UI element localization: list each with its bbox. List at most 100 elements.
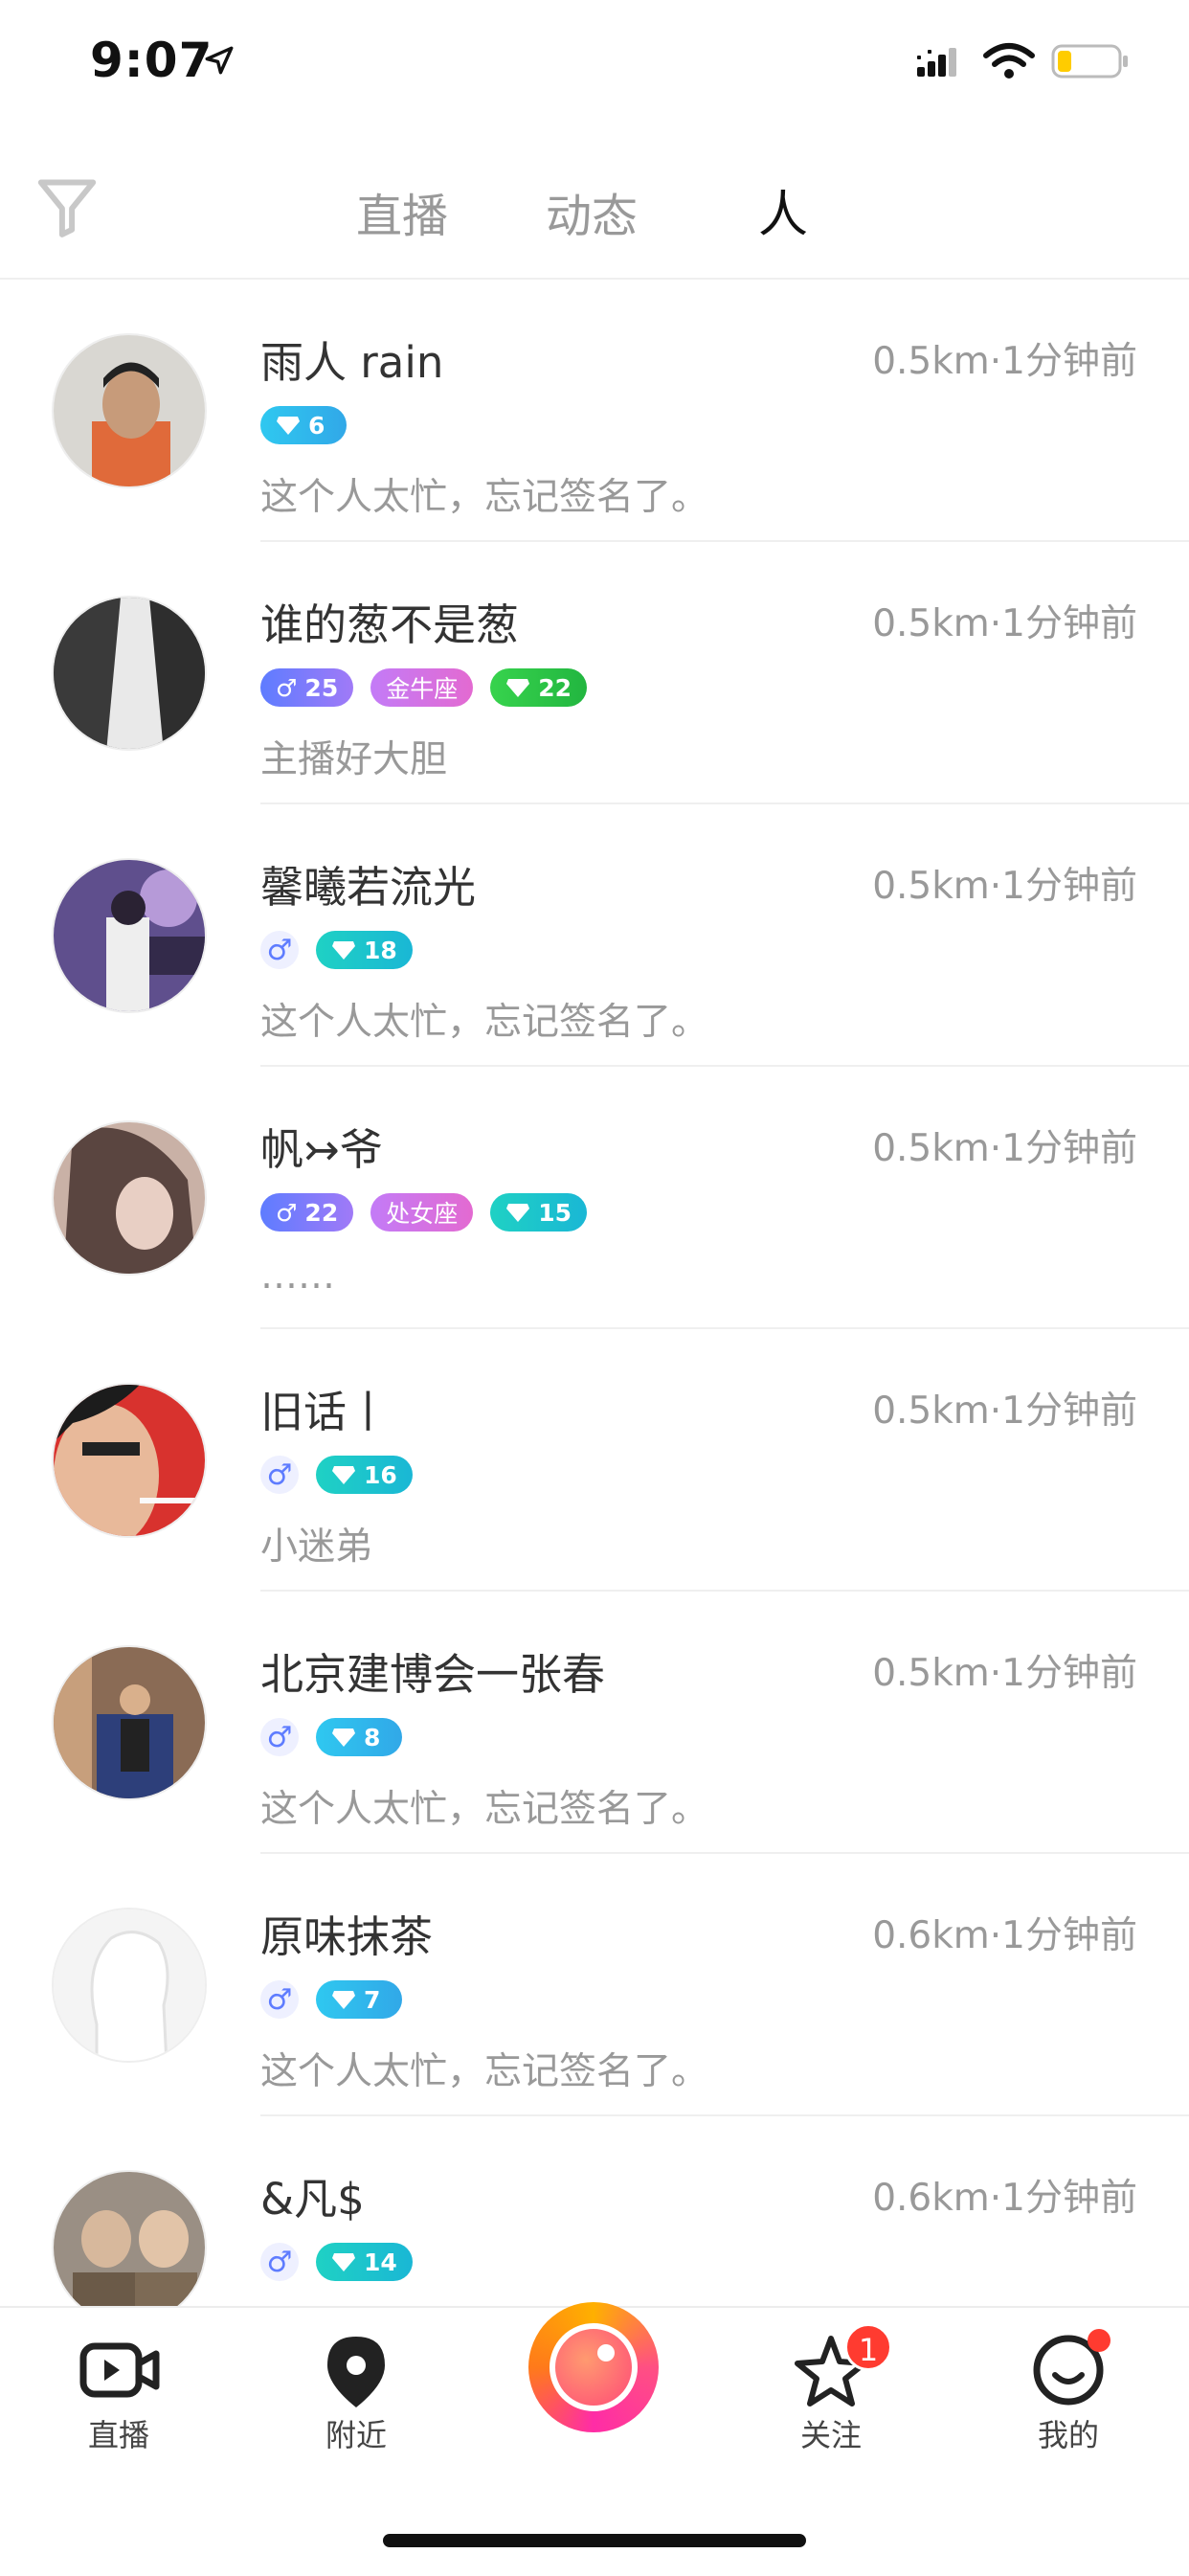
status-bar: 9:07 (0, 0, 1189, 124)
gender-badge: ♂ (260, 1456, 299, 1494)
level-badge: 14 (316, 2243, 413, 2281)
level-badge: 15 (490, 1193, 588, 1232)
user-signature: …… (260, 1254, 335, 1298)
zodiac-badge: 金牛座 (370, 668, 474, 707)
avatar[interactable] (52, 333, 207, 488)
distance-time: 0.5km·1分钟前 (872, 340, 1137, 383)
tab-bar-follow[interactable]: 关注 1 (764, 2323, 898, 2455)
avatar[interactable] (52, 1908, 207, 2063)
level-badge: 16 (316, 1456, 413, 1494)
age-value: 22 (304, 1198, 339, 1227)
avatar[interactable] (52, 2170, 207, 2325)
level-value: 22 (538, 673, 572, 702)
diamond-icon (332, 1466, 355, 1484)
male-icon: ♂ (276, 1198, 298, 1227)
distance-time: 0.5km·1分钟前 (872, 1127, 1137, 1170)
user-row[interactable]: 北京建博会一张春 0.5km·1分钟前 ♂ 8 这个人太忙，忘记签名了。 (0, 1592, 1189, 1854)
male-icon: ♂ (276, 673, 298, 702)
gender-badge: ♂ (260, 1718, 299, 1756)
user-row[interactable]: 雨人 rain 0.5km·1分钟前 6 这个人太忙，忘记签名了。 (0, 280, 1189, 542)
age-value: 25 (304, 673, 339, 702)
tab-bar-nearby[interactable]: 附近 (289, 2327, 423, 2455)
battery-icon (1051, 44, 1128, 79)
tab-bar-label: 附近 (325, 2417, 387, 2453)
wifi-icon (983, 43, 1035, 79)
filter-icon[interactable] (34, 174, 100, 239)
level-value: 15 (538, 1198, 572, 1227)
avatar[interactable] (52, 1120, 207, 1276)
level-badge: 6 (260, 406, 347, 444)
distance-time: 0.6km·1分钟前 (872, 2177, 1137, 2220)
home-indicator (383, 2534, 806, 2547)
user-row[interactable]: 谁的葱不是葱 0.5km·1分钟前 ♂ 25 金牛座 22 主播好大胆 (0, 542, 1189, 804)
user-tags: 6 (260, 406, 347, 444)
user-tags: ♂ 7 (260, 1980, 402, 2019)
distance-time: 0.5km·1分钟前 (872, 865, 1137, 908)
location-arrow-icon (205, 46, 234, 75)
level-badge: 22 (490, 668, 588, 707)
user-tags: ♂ 8 (260, 1718, 402, 1756)
level-badge: 7 (316, 1980, 402, 2019)
diamond-icon (332, 2253, 355, 2271)
zodiac-badge: 处女座 (370, 1193, 474, 1232)
cellular-signal-icon (917, 48, 956, 77)
avatar[interactable] (52, 1383, 207, 1538)
user-row[interactable]: 帆↣爷 0.5km·1分钟前 ♂ 22 处女座 15 …… (0, 1067, 1189, 1329)
user-signature: 这个人太忙，忘记签名了。 (260, 1001, 709, 1044)
location-pin-icon (327, 2337, 385, 2407)
male-icon: ♂ (266, 1720, 293, 1754)
user-tags: ♂ 22 处女座 15 (260, 1193, 588, 1232)
diamond-icon (332, 941, 355, 960)
diamond-icon (506, 679, 530, 697)
diamond-icon (332, 1729, 355, 1747)
camera-record-button[interactable] (528, 2302, 659, 2432)
user-row[interactable]: 原味抹茶 0.6km·1分钟前 ♂ 7 这个人太忙，忘记签名了。 (0, 1854, 1189, 2116)
avatar[interactable] (52, 1645, 207, 1800)
user-name: 帆↣爷 (260, 1124, 383, 1175)
user-tags: ♂ 14 (260, 2243, 413, 2281)
status-time: 9:07 (90, 33, 213, 88)
user-signature: 小迷弟 (260, 1525, 373, 1569)
user-row[interactable]: 馨曦若流光 0.5km·1分钟前 ♂ 18 这个人太忙，忘记签名了。 (0, 804, 1189, 1067)
gender-age-badge: ♂ 22 (260, 1193, 354, 1232)
camera-record-icon (550, 2323, 638, 2411)
male-icon: ♂ (266, 933, 293, 967)
male-icon: ♂ (266, 1457, 293, 1492)
tab-moments[interactable]: 动态 (546, 178, 638, 245)
tab-bar-live[interactable]: 直播 (52, 2327, 186, 2455)
distance-time: 0.5km·1分钟前 (872, 1652, 1137, 1695)
tab-bar-label: 关注 (799, 2417, 862, 2453)
user-name: 旧话丨 (260, 1387, 391, 1437)
distance-time: 0.5km·1分钟前 (872, 1390, 1137, 1433)
level-value: 7 (364, 1985, 381, 2014)
male-icon: ♂ (266, 1982, 293, 2017)
user-signature: 主播好大胆 (260, 738, 448, 781)
diamond-icon (332, 1991, 355, 2009)
user-name: 原味抹茶 (260, 1911, 434, 1962)
tab-bar-label: 直播 (87, 2417, 149, 2453)
gender-badge: ♂ (260, 931, 299, 969)
user-row[interactable]: 旧话丨 0.5km·1分钟前 ♂ 16 小迷弟 (0, 1329, 1189, 1592)
user-signature: 这个人太忙，忘记签名了。 (260, 2050, 709, 2093)
user-tags: ♂ 25 金牛座 22 (260, 668, 588, 707)
tab-live[interactable]: 直播 (356, 178, 448, 245)
tab-people[interactable]: 人 (758, 174, 808, 246)
red-dot-indicator (1088, 2329, 1110, 2352)
user-tags: ♂ 18 (260, 931, 413, 969)
user-name: &凡$ (260, 2174, 365, 2225)
user-name: 雨人 rain (260, 337, 444, 388)
distance-time: 0.6km·1分钟前 (872, 1914, 1137, 1957)
avatar[interactable] (52, 596, 207, 751)
tab-bar-profile[interactable]: 我的 (1001, 2327, 1135, 2455)
level-badge: 8 (316, 1718, 402, 1756)
male-icon: ♂ (266, 2245, 293, 2279)
user-signature: 这个人太忙，忘记签名了。 (260, 1788, 709, 1831)
user-tags: ♂ 16 (260, 1456, 413, 1494)
gender-badge: ♂ (260, 1980, 299, 2019)
user-name: 馨曦若流光 (260, 862, 477, 913)
lens-dot (597, 2344, 615, 2361)
user-signature: 这个人太忙，忘记签名了。 (260, 476, 709, 519)
level-value: 18 (364, 936, 397, 964)
tab-bar-label: 我的 (1037, 2417, 1099, 2453)
avatar[interactable] (52, 858, 207, 1013)
